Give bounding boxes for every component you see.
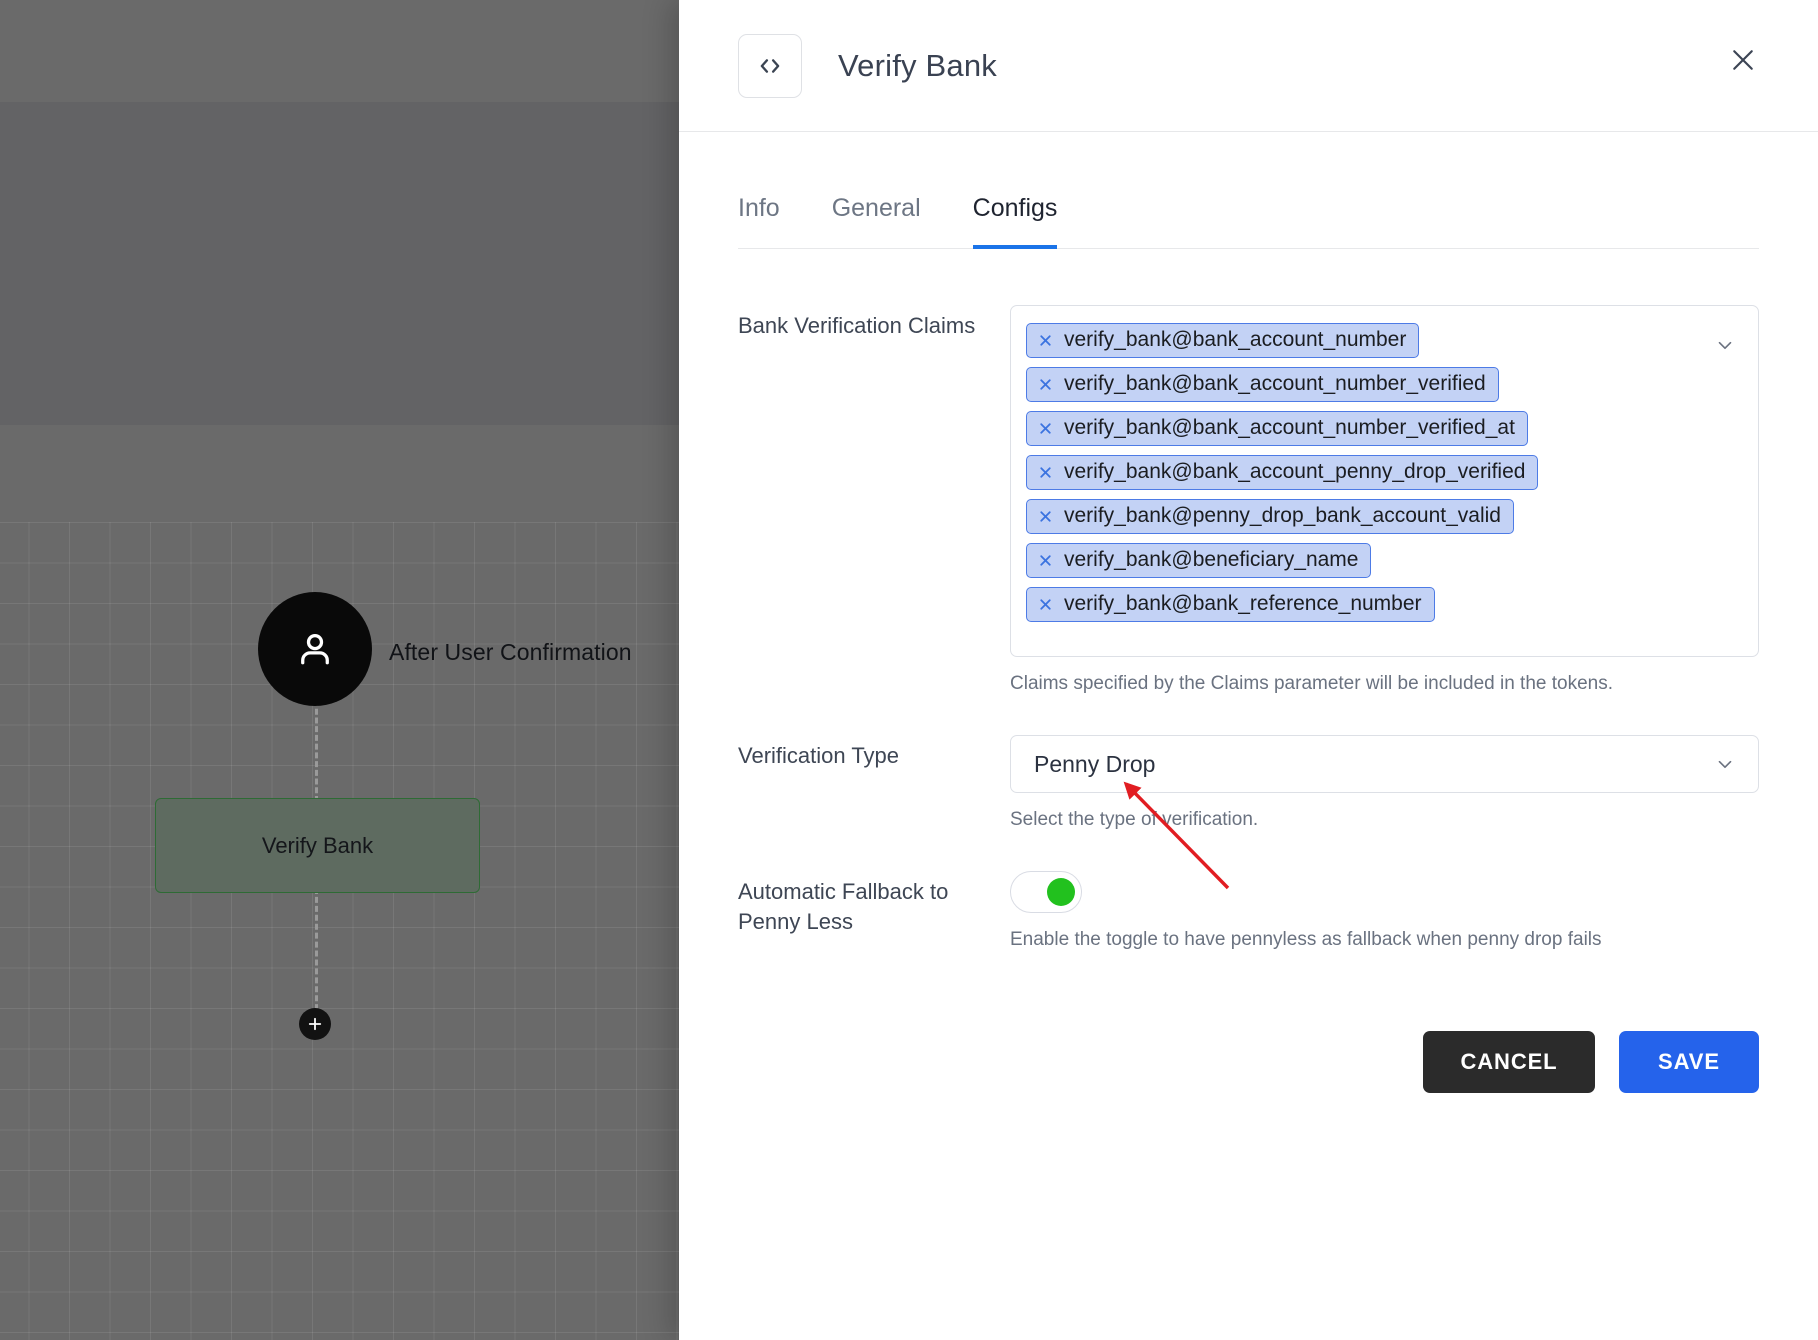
verification-type-label: Verification Type [738,743,900,768]
verify-bank-panel: Verify Bank Info General Configs Bank Ve… [679,0,1818,1340]
chip-label: verify_bank@bank_reference_number [1064,592,1422,615]
bank-verification-claims-multiselect[interactable]: verify_bank@bank_account_number verify_b… [1010,305,1759,657]
chip-label: verify_bank@bank_account_penny_drop_veri… [1064,460,1526,483]
chip-label: verify_bank@bank_account_number_verified… [1064,416,1515,439]
chip-label: verify_bank@bank_account_number [1064,328,1407,351]
person-icon [292,626,338,672]
claim-chip[interactable]: verify_bank@bank_account_number [1026,323,1420,358]
close-icon [1728,45,1758,75]
panel-tabs: Info General Configs [738,132,1759,249]
chip-remove-icon[interactable] [1037,508,1054,525]
verification-type-select[interactable]: Penny Drop [1010,735,1759,793]
chip-label: verify_bank@bank_account_number_verified [1064,372,1486,395]
chip-remove-icon[interactable] [1037,596,1054,613]
chip-row: verify_bank@bank_account_number [1026,323,1700,367]
chip-row: verify_bank@bank_account_penny_drop_veri… [1026,455,1700,499]
chip-row: verify_bank@bank_reference_number [1026,587,1700,631]
chip-remove-icon[interactable] [1037,332,1054,349]
claim-chip[interactable]: verify_bank@penny_drop_bank_account_vali… [1026,499,1514,534]
verification-type-value: Penny Drop [1034,750,1156,777]
flow-canvas[interactable]: After User Confirmation Verify Bank [0,0,679,1340]
claim-chip[interactable]: verify_bank@beneficiary_name [1026,543,1372,578]
tab-configs[interactable]: Configs [972,194,1058,249]
flow-node-verify-bank[interactable]: Verify Bank [155,798,480,893]
chip-remove-icon[interactable] [1037,420,1054,437]
canvas-mid-band [0,425,679,522]
code-brackets-icon [738,33,802,98]
claim-chip[interactable]: verify_bank@bank_reference_number [1026,587,1435,622]
field-bank-verification-claims: Bank Verification Claims verify_bank@ban… [738,305,1759,695]
canvas-toolbar-band [0,0,679,102]
chip-remove-icon[interactable] [1037,552,1054,569]
field-verification-type: Verification Type Penny Drop Select the … [738,735,1759,831]
plus-icon [306,1015,324,1033]
automatic-fallback-helper: Enable the toggle to have pennyless as f… [1010,929,1602,950]
canvas-upper-band [0,102,679,425]
bank-verification-claims-helper: Claims specified by the Claims parameter… [1010,673,1613,694]
chip-row: verify_bank@beneficiary_name [1026,543,1700,587]
save-button[interactable]: SAVE [1619,1031,1759,1093]
flow-edge-bottom [315,888,318,1028]
chip-label: verify_bank@penny_drop_bank_account_vali… [1064,504,1501,527]
panel-body: Bank Verification Claims verify_bank@ban… [679,249,1818,1340]
panel-header: Verify Bank [679,0,1818,132]
panel-actions: CANCEL SAVE [738,1031,1759,1093]
chip-label: verify_bank@beneficiary_name [1064,548,1359,571]
tab-info[interactable]: Info [738,194,780,249]
chip-remove-icon[interactable] [1037,376,1054,393]
start-node[interactable] [258,592,372,706]
chip-row: verify_bank@bank_account_number_verified [1026,367,1700,411]
flow-edge-top [315,700,318,802]
cancel-button[interactable]: CANCEL [1423,1031,1595,1093]
close-button[interactable] [1715,32,1771,88]
bank-verification-claims-label: Bank Verification Claims [738,313,976,338]
flow-node-label: Verify Bank [261,832,374,858]
tab-general[interactable]: General [832,194,921,249]
chevron-down-icon[interactable] [1714,334,1736,356]
claim-chip[interactable]: verify_bank@bank_account_penny_drop_veri… [1026,455,1539,490]
screen-root: After User Confirmation Verify Bank Veri… [0,0,1818,1340]
chevron-down-icon[interactable] [1714,753,1736,775]
start-node-label: After User Confirmation [389,639,632,665]
toggle-knob [1047,878,1075,906]
claim-chip[interactable]: verify_bank@bank_account_number_verified [1026,367,1499,402]
chip-remove-icon[interactable] [1037,464,1054,481]
field-automatic-fallback: Automatic Fallback to Penny Less Enable … [738,871,1759,951]
automatic-fallback-label: Automatic Fallback to Penny Less [738,879,949,935]
chip-row: verify_bank@bank_account_number_verified… [1026,411,1700,455]
automatic-fallback-toggle[interactable] [1010,871,1082,913]
claim-chip[interactable]: verify_bank@bank_account_number_verified… [1026,411,1528,446]
verification-type-helper: Select the type of verification. [1010,809,1259,830]
add-node-button[interactable] [299,1008,331,1040]
chip-row: verify_bank@penny_drop_bank_account_vali… [1026,499,1700,543]
page-title: Verify Bank [838,47,998,83]
